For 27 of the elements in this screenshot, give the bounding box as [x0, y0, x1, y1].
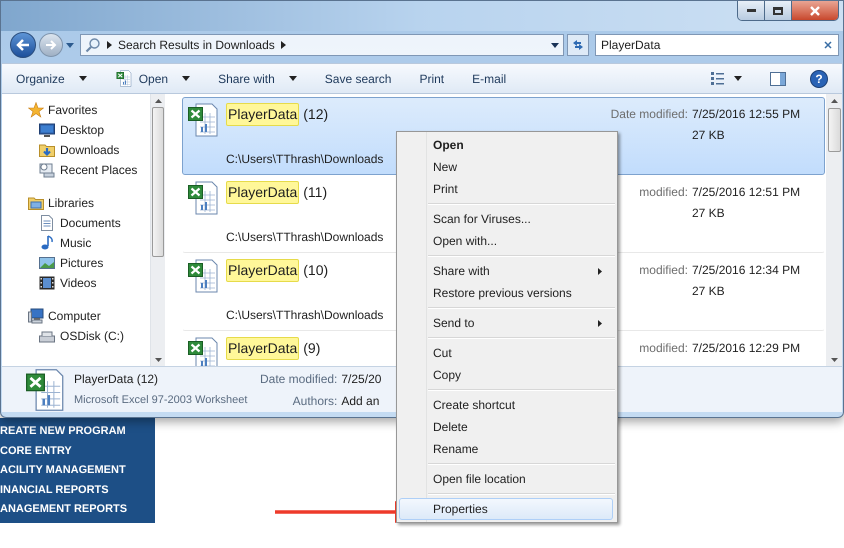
- date-modified-label: Date modified:: [610, 106, 688, 123]
- search-match-highlight: PlayerData: [226, 337, 300, 360]
- file-path: C:\Users\TThrash\Downloads: [226, 229, 384, 246]
- file-size-value: 27 KB: [692, 205, 726, 222]
- details-date-value: 7/25/20: [341, 370, 382, 388]
- details-authors-label: Authors:: [292, 392, 338, 410]
- file-copy-number: (10): [303, 261, 328, 280]
- file-size-value: 27 KB: [692, 127, 726, 144]
- date-modified-value: 7/25/2016 12:34 PM: [692, 262, 802, 279]
- details-date-label: Date modified:: [260, 370, 338, 388]
- file-path: C:\Users\TThrash\Downloads: [226, 151, 384, 168]
- file-size-value: 27 KB: [692, 283, 726, 300]
- file-copy-number: (12): [303, 105, 328, 124]
- file-copy-number: (11): [303, 183, 328, 202]
- details-file-type: Microsoft Excel 97-2003 Worksheet: [74, 393, 248, 408]
- date-modified-label: modified:: [639, 184, 688, 201]
- date-modified-label: modified:: [639, 262, 688, 279]
- file-path: C:\Users\TThrash\Downloads: [226, 307, 384, 324]
- search-match-highlight: PlayerData: [226, 259, 300, 282]
- details-file-name: PlayerData (12): [74, 371, 160, 388]
- date-modified-label: modified:: [639, 340, 688, 357]
- date-modified-value: 7/25/2016 12:29 PM: [692, 340, 802, 357]
- date-modified-value: 7/25/2016 12:51 PM: [692, 184, 802, 201]
- search-match-highlight: PlayerData: [226, 181, 300, 204]
- file-copy-number: (9): [303, 339, 320, 358]
- search-match-highlight: PlayerData: [226, 103, 300, 126]
- date-modified-value: 7/25/2016 12:55 PM: [692, 106, 802, 123]
